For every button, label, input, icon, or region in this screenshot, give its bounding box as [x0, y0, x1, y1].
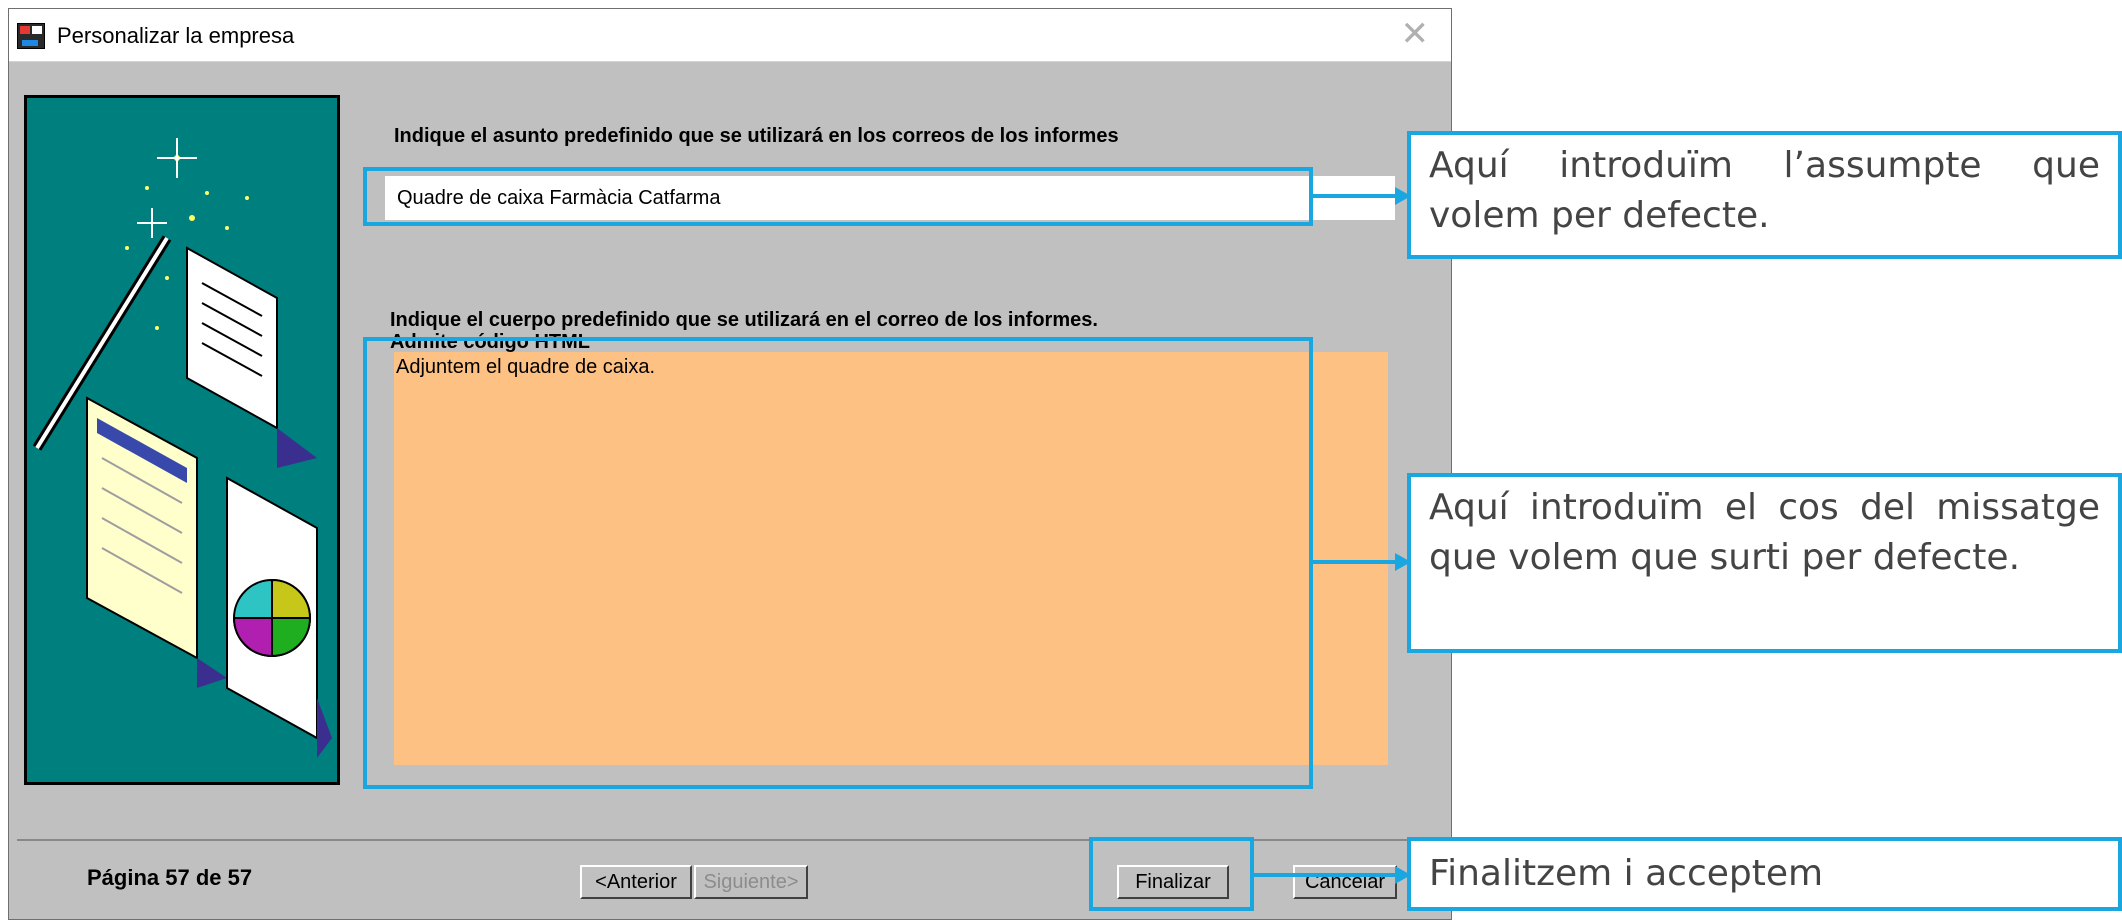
subject-highlight — [363, 167, 1313, 226]
body-label: Indique el cuerpo predefinido que se uti… — [390, 309, 1098, 331]
finish-highlight — [1089, 837, 1254, 911]
subject-label: Indique el asunto predefinido que se uti… — [394, 125, 1119, 147]
subject-note: Aquí introduïm l’assumpte que volem per … — [1407, 131, 2122, 259]
body-arrow-line — [1313, 560, 1395, 564]
previous-button[interactable]: <Anterior — [580, 865, 692, 899]
wizard-illustration — [24, 95, 340, 785]
cancel-button[interactable]: Cancelar — [1293, 865, 1397, 899]
next-button[interactable]: Siguiente> — [694, 865, 808, 899]
window-title: Personalizar la empresa — [57, 23, 295, 48]
wizard-illustration-graphic — [32, 138, 332, 758]
close-icon[interactable]: ✕ — [1401, 17, 1430, 51]
finish-note: Finalitzem i acceptem — [1407, 837, 2122, 911]
title-bar: Personalizar la empresa ✕ — [9, 9, 1451, 62]
app-icon — [17, 23, 45, 49]
finish-arrow-line — [1254, 873, 1395, 877]
body-note: Aquí introduïm el cos del missatge que v… — [1407, 473, 2122, 653]
body-highlight — [363, 337, 1313, 789]
subject-arrow-line — [1313, 194, 1395, 198]
page-indicator: Página 57 de 57 — [87, 865, 253, 890]
